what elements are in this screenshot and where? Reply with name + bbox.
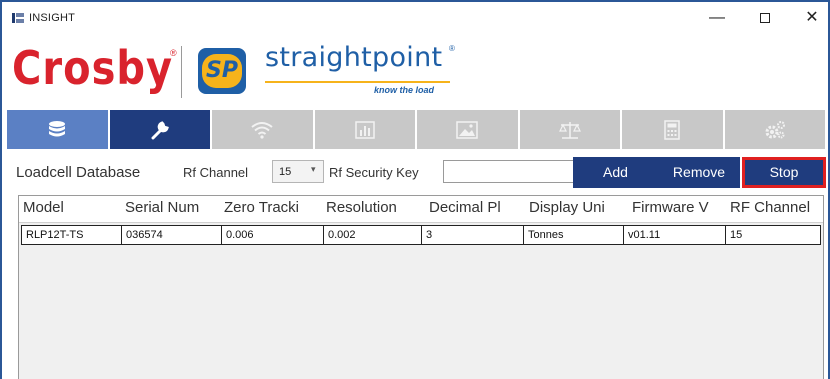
rf-channel-select[interactable]: 15 ▾ bbox=[272, 160, 324, 183]
window-title: INSIGHT bbox=[29, 12, 76, 24]
scales-icon bbox=[558, 121, 581, 139]
maximize-button[interactable] bbox=[750, 7, 780, 29]
image-icon bbox=[456, 120, 478, 139]
tab-advanced-settings[interactable] bbox=[724, 110, 825, 149]
wrench-icon bbox=[151, 120, 169, 139]
table-row[interactable]: RLP12T-TS 036574 0.006 0.002 3 Tonnes v0… bbox=[21, 225, 821, 245]
stop-button[interactable]: Stop bbox=[742, 157, 826, 188]
table-cell: 0.006 bbox=[221, 225, 324, 245]
table-header: Model Serial Num Zero Tracki Resolution … bbox=[19, 196, 823, 223]
loadcell-table: Model Serial Num Zero Tracki Resolution … bbox=[18, 195, 824, 379]
column-header[interactable]: Display Uni bbox=[529, 199, 631, 216]
tab-graph[interactable] bbox=[314, 110, 417, 149]
app-window: INSIGHT — ✕ Crosby ® SP straightpoint ® … bbox=[0, 0, 830, 379]
table-cell: 036574 bbox=[121, 225, 222, 245]
rf-channel-value: 15 bbox=[279, 166, 292, 178]
sp-badge-text: SP bbox=[206, 58, 238, 83]
column-header[interactable]: Serial Num bbox=[125, 199, 221, 216]
logo-underline bbox=[265, 81, 450, 83]
rf-channel-label: Rf Channel bbox=[183, 165, 249, 180]
chevron-down-icon: ▾ bbox=[311, 164, 316, 174]
rf-security-key-label: Rf Security Key bbox=[329, 165, 419, 180]
app-icon bbox=[12, 13, 24, 23]
tab-calculator[interactable] bbox=[622, 110, 725, 149]
table-cell: 0.002 bbox=[323, 225, 422, 245]
tab-wireless[interactable] bbox=[212, 110, 315, 149]
calculator-icon bbox=[664, 119, 680, 140]
column-header[interactable]: Decimal Pl bbox=[429, 199, 527, 216]
wifi-icon bbox=[251, 121, 273, 139]
tab-settings[interactable] bbox=[109, 110, 212, 149]
table-cell: v01.11 bbox=[623, 225, 726, 245]
column-header[interactable]: RF Channel bbox=[730, 199, 822, 216]
column-header[interactable]: Resolution bbox=[326, 199, 426, 216]
tab-database[interactable] bbox=[7, 110, 110, 149]
straightpoint-logo: straightpoint bbox=[265, 42, 443, 73]
crosby-registered-mark: ® bbox=[170, 48, 177, 58]
loadcell-database-label: Loadcell Database bbox=[16, 164, 141, 181]
table-cell: Tonnes bbox=[523, 225, 624, 245]
tagline: know the load bbox=[374, 85, 435, 95]
tab-weigh[interactable] bbox=[519, 110, 622, 149]
remove-button[interactable]: Remove bbox=[658, 157, 740, 188]
add-button[interactable]: Add bbox=[573, 157, 658, 188]
tab-image[interactable] bbox=[417, 110, 520, 149]
column-header[interactable]: Model bbox=[23, 199, 123, 216]
database-controls: Loadcell Database Rf Channel 15 ▾ Rf Sec… bbox=[16, 157, 828, 189]
bar-chart-icon bbox=[355, 120, 375, 139]
column-header[interactable]: Zero Tracki bbox=[224, 199, 324, 216]
main-toolbar bbox=[7, 110, 825, 149]
rf-security-key-input[interactable] bbox=[443, 160, 575, 183]
brand-header: Crosby ® SP straightpoint ® know the loa… bbox=[2, 40, 828, 104]
table-cell: RLP12T-TS bbox=[21, 225, 122, 245]
close-button[interactable]: ✕ bbox=[797, 7, 827, 29]
table-cell: 3 bbox=[421, 225, 524, 245]
logo-divider bbox=[181, 46, 182, 98]
maximize-icon bbox=[760, 12, 770, 23]
straightpoint-registered-mark: ® bbox=[449, 44, 455, 53]
table-cell: 15 bbox=[725, 225, 821, 245]
straightpoint-badge-icon: SP bbox=[198, 48, 246, 94]
column-header[interactable]: Firmware V bbox=[632, 199, 730, 216]
database-icon bbox=[49, 120, 66, 136]
title-bar: INSIGHT — ✕ bbox=[2, 2, 828, 34]
minimize-button[interactable]: — bbox=[702, 7, 732, 29]
crosby-logo: Crosby bbox=[12, 42, 174, 96]
gears-icon bbox=[765, 120, 785, 138]
